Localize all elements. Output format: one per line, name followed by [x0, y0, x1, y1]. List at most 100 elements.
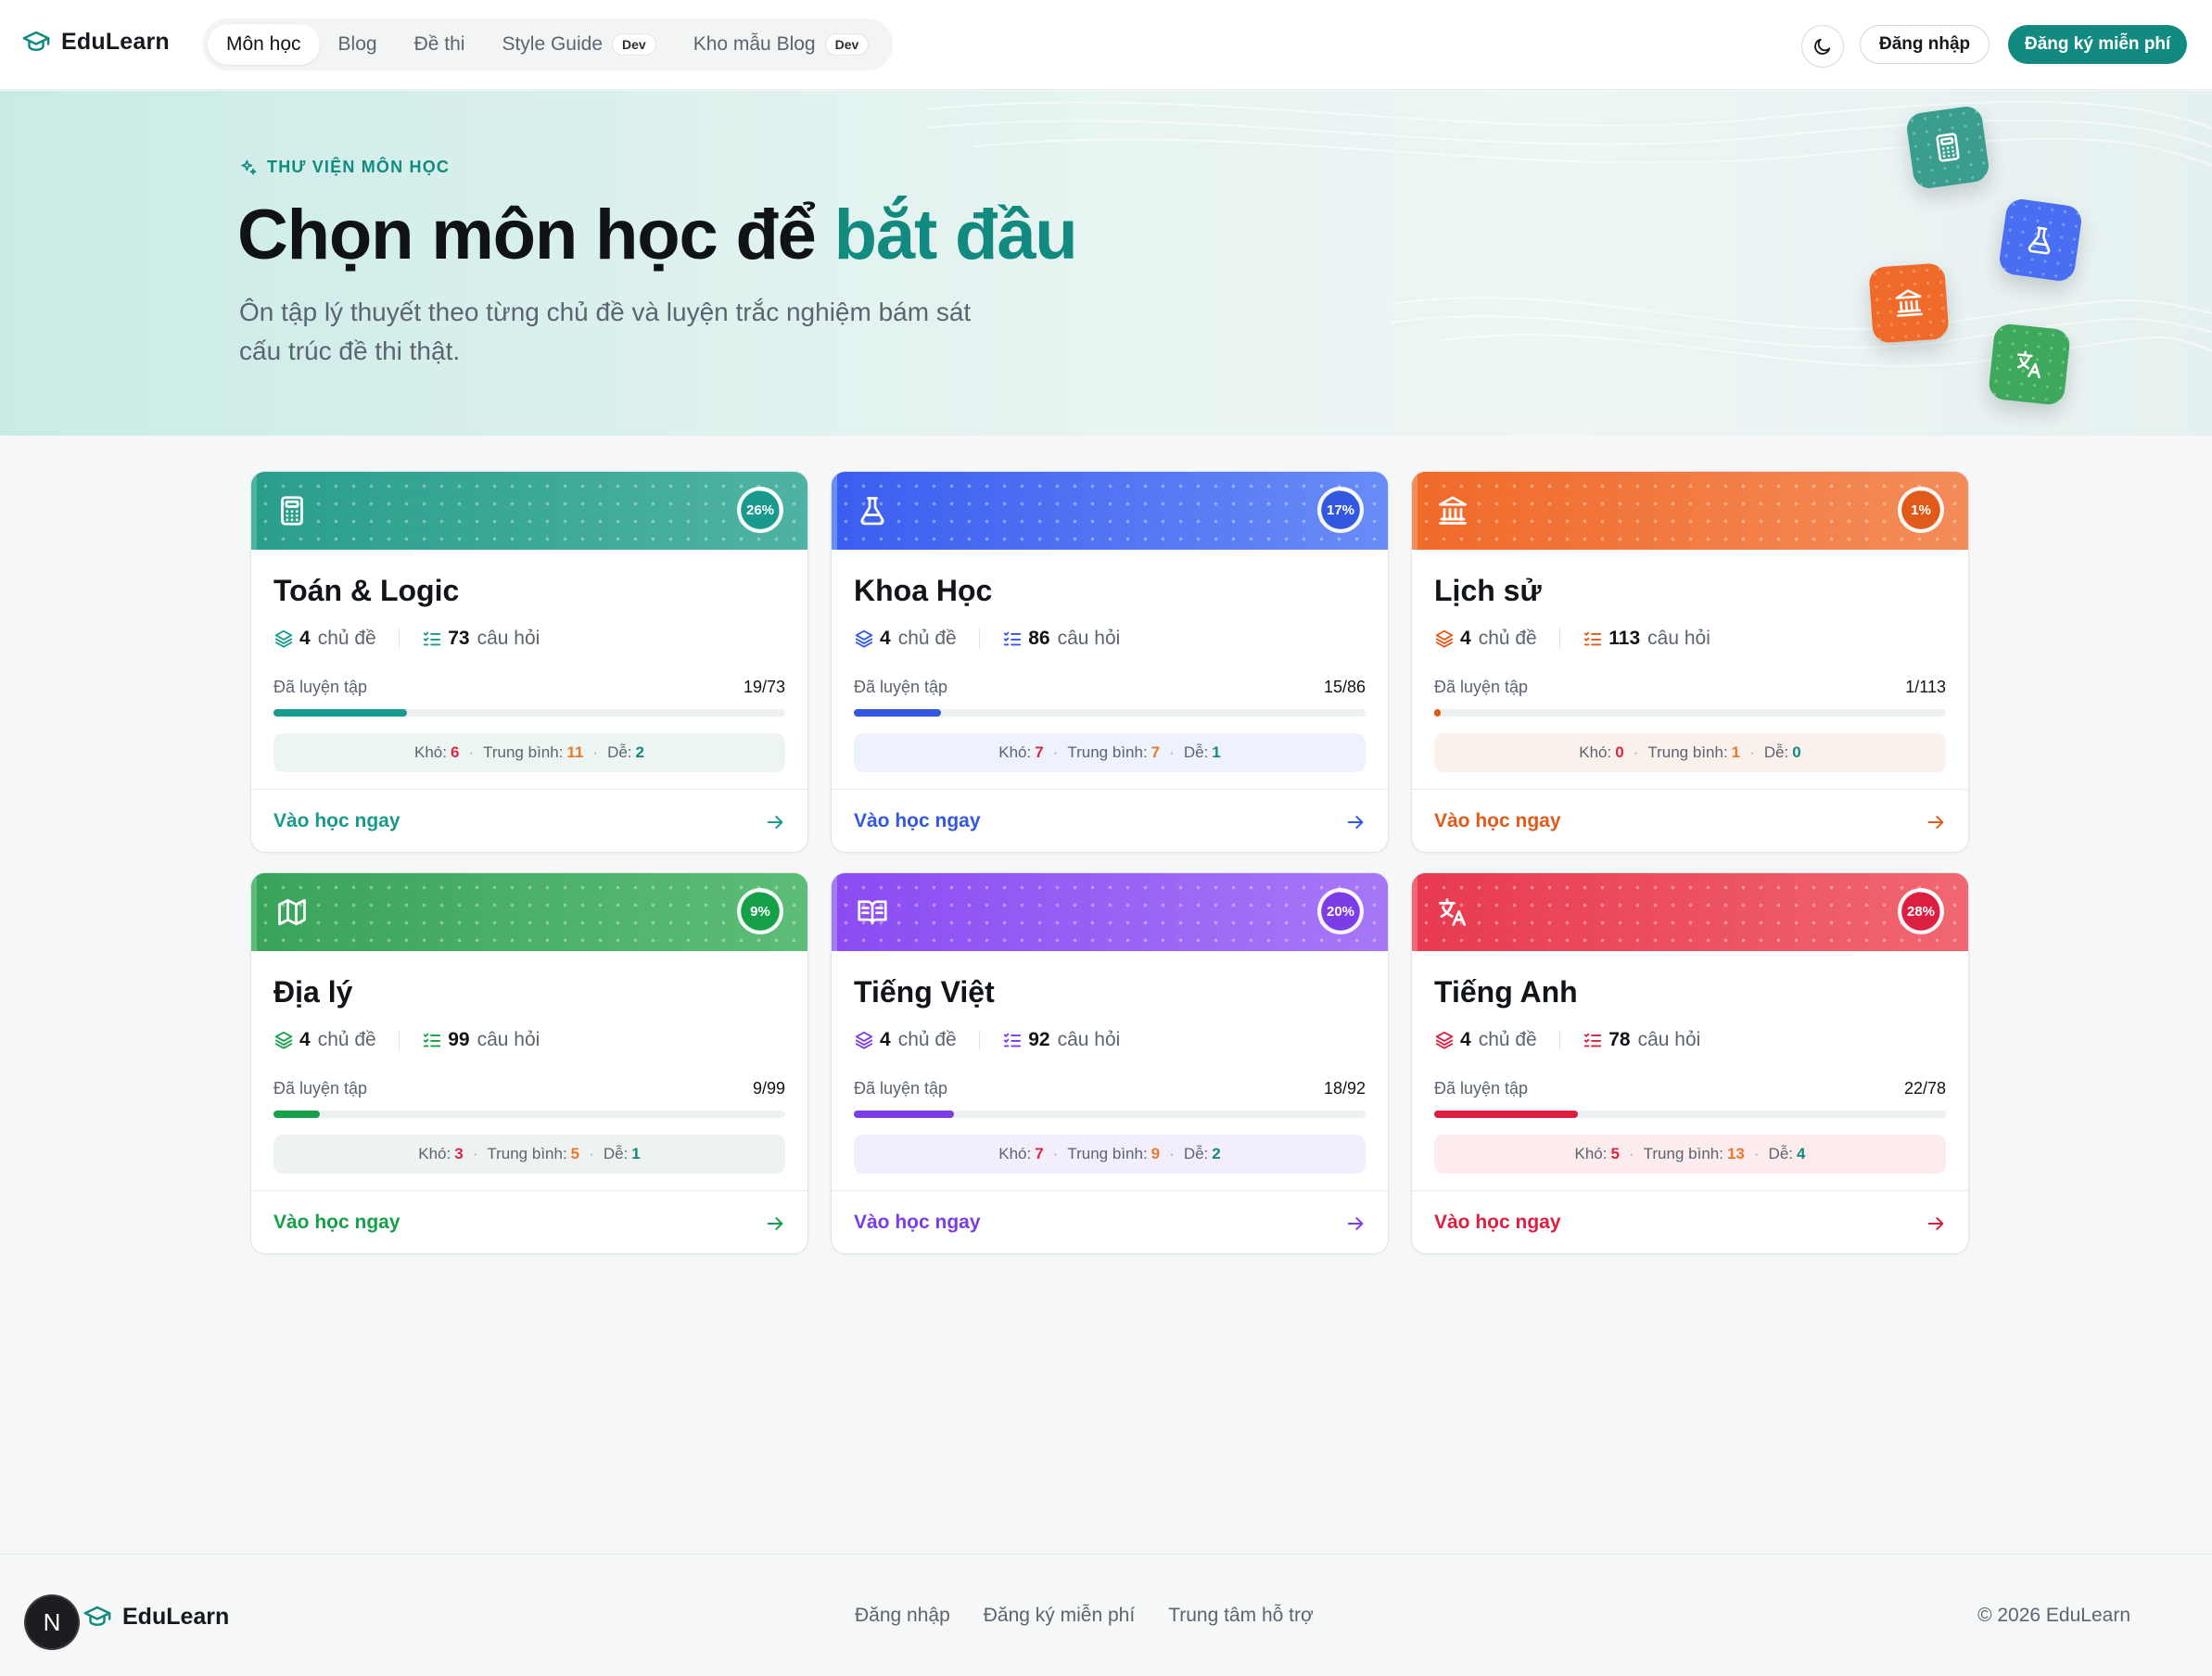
- easy-label: Dễ:: [1763, 743, 1789, 761]
- easy-count: 4: [1797, 1145, 1806, 1162]
- subject-card[interactable]: 20% Tiếng Việt 4 chủ đề 92 câu hỏi Đã lu…: [831, 872, 1389, 1254]
- progress-fill: [273, 1111, 320, 1118]
- layers-icon: [273, 1030, 294, 1050]
- footer-link-support[interactable]: Trung tâm hỗ trợ: [1168, 1605, 1314, 1627]
- subject-card[interactable]: 17% Khoa Học 4 chủ đề 86 câu hỏi Đã luyệ…: [831, 471, 1389, 853]
- medium-count: 9: [1150, 1145, 1161, 1162]
- landmark-icon: [1436, 494, 1469, 527]
- difficulty-summary: Khó: 7 · Trung bình: 7 · Dễ: 1: [854, 733, 1366, 772]
- start-learning-link[interactable]: Vào học ngay: [1434, 1212, 1561, 1234]
- footer-link-login[interactable]: Đăng nhập: [855, 1605, 950, 1627]
- subject-card[interactable]: 1% Lịch sử 4 chủ đề 113 câu hỏi Đã luyện…: [1411, 471, 1969, 853]
- signup-button[interactable]: Đăng ký miễn phí: [2008, 25, 2188, 64]
- question-label: câu hỏi: [1057, 628, 1121, 649]
- hero-section: THƯ VIỆN MÔN HỌC Chọn môn học để bắt đầu…: [0, 91, 2212, 436]
- subject-title: Địa lý: [273, 975, 353, 1009]
- subject-meta: 4 chủ đề 92 câu hỏi: [854, 1029, 1120, 1051]
- dev-tools-badge[interactable]: N: [26, 1596, 78, 1648]
- card-header: 1%: [1412, 472, 1968, 550]
- card-footer[interactable]: Vào học ngay: [832, 1190, 1388, 1253]
- start-learning-link[interactable]: Vào học ngay: [854, 810, 981, 832]
- moon-icon: [1814, 38, 1831, 55]
- topic-label: chủ đề: [897, 628, 957, 649]
- card-footer[interactable]: Vào học ngay: [1412, 789, 1968, 852]
- divider: [978, 628, 981, 649]
- hero-subtitle: Ôn tập lý thuyết theo từng chủ đề và luy…: [239, 298, 972, 365]
- brand-logo[interactable]: EduLearn: [22, 28, 170, 56]
- hard-count: 5: [1610, 1145, 1620, 1162]
- hard-count: 3: [454, 1145, 464, 1162]
- dev-badge: Dev: [824, 33, 870, 56]
- practiced-count: 1/113: [1905, 678, 1946, 696]
- arrow-right-icon[interactable]: [765, 812, 785, 832]
- subject-card[interactable]: 28% Tiếng Anh 4 chủ đề 78 câu hỏi Đã luy…: [1411, 872, 1969, 1254]
- card-footer[interactable]: Vào học ngay: [251, 789, 807, 852]
- topic-label: chủ đề: [897, 1029, 957, 1050]
- medium-label: Trung bình:: [483, 743, 564, 761]
- start-learning-link[interactable]: Vào học ngay: [273, 810, 400, 832]
- card-header: 28%: [1412, 873, 1968, 951]
- start-learning-link[interactable]: Vào học ngay: [1434, 810, 1561, 832]
- footer-link-signup[interactable]: Đăng ký miễn phí: [984, 1605, 1135, 1627]
- topic-label: chủ đề: [1478, 1029, 1537, 1050]
- dev-badge: Dev: [612, 33, 656, 56]
- difficulty-summary: Khó: 0 · Trung bình: 1 · Dễ: 0: [1434, 733, 1946, 772]
- card-footer[interactable]: Vào học ngay: [251, 1190, 807, 1253]
- copyright: © 2026 EduLearn: [1977, 1605, 2130, 1626]
- easy-label: Dễ:: [1768, 1145, 1794, 1162]
- topic-count: 4: [299, 1029, 311, 1050]
- subject-title: Tiếng Việt: [854, 975, 995, 1009]
- card-footer[interactable]: Vào học ngay: [1412, 1190, 1968, 1253]
- subject-card[interactable]: 9% Địa lý 4 chủ đề 99 câu hỏi Đã luyện t…: [250, 872, 808, 1254]
- checklist-icon: [1583, 1030, 1603, 1050]
- login-button[interactable]: Đăng nhập: [1860, 25, 1990, 64]
- question-count: 86: [1028, 628, 1050, 649]
- theme-toggle-button[interactable]: [1801, 25, 1844, 68]
- medium-label: Trung bình:: [487, 1145, 567, 1162]
- nav-item-de-thi[interactable]: Đề thi: [396, 24, 484, 65]
- layers-icon: [1434, 628, 1455, 649]
- start-learning-link[interactable]: Vào học ngay: [273, 1212, 400, 1234]
- arrow-right-icon[interactable]: [1926, 1213, 1946, 1234]
- dot-separator: ·: [592, 743, 599, 761]
- dot-separator: ·: [589, 1145, 594, 1162]
- title-main: Chọn môn học để: [237, 196, 834, 274]
- translate-icon: [1436, 895, 1469, 929]
- nav-item-blog[interactable]: Blog: [320, 24, 396, 65]
- nav-label: Đề thi: [413, 33, 465, 55]
- topic-label: chủ đề: [317, 1029, 376, 1050]
- layers-icon: [273, 628, 294, 649]
- nav-item-mon-hoc[interactable]: Môn học: [208, 24, 320, 65]
- arrow-right-icon[interactable]: [1926, 812, 1946, 832]
- practiced-label: Đã luyện tập: [1434, 678, 1529, 696]
- practiced-count: 18/92: [1323, 1079, 1366, 1098]
- divider: [1558, 628, 1561, 649]
- difficulty-summary: Khó: 6 · Trung bình: 11 · Dễ: 2: [273, 733, 785, 772]
- easy-count: 0: [1792, 743, 1801, 761]
- practiced-count: 15/86: [1323, 678, 1366, 696]
- checklist-icon: [422, 628, 442, 649]
- footer-brand[interactable]: EduLearn: [83, 1603, 229, 1631]
- dot-separator: ·: [1169, 743, 1175, 761]
- nav-item-kho-mau-blog[interactable]: Kho mẫu Blog Dev: [675, 24, 888, 65]
- progress-bar: [854, 709, 1366, 717]
- progress-percent: 26%: [745, 502, 775, 518]
- practiced-label: Đã luyện tập: [854, 678, 948, 696]
- dot-separator: ·: [472, 1145, 478, 1162]
- arrow-right-icon[interactable]: [765, 1213, 785, 1234]
- nav-label: Môn học: [226, 33, 301, 55]
- layers-icon: [854, 628, 874, 649]
- footer-links: Đăng nhập Đăng ký miễn phí Trung tâm hỗ …: [855, 1605, 1314, 1627]
- medium-label: Trung bình:: [1647, 743, 1728, 761]
- subject-title: Tiếng Anh: [1434, 975, 1578, 1009]
- start-learning-link[interactable]: Vào học ngay: [854, 1212, 981, 1234]
- arrow-right-icon[interactable]: [1345, 1213, 1366, 1234]
- arrow-right-icon[interactable]: [1345, 812, 1366, 832]
- easy-count: 2: [635, 743, 645, 761]
- question-label: câu hỏi: [1637, 1029, 1701, 1050]
- nav-item-style-guide[interactable]: Style Guide Dev: [483, 24, 674, 65]
- hard-label: Khó:: [1579, 743, 1612, 761]
- subject-card[interactable]: 26% Toán & Logic 4 chủ đề 73 câu hỏi Đã …: [250, 471, 808, 853]
- top-navbar: EduLearn Môn học Blog Đề thi Style Guide…: [0, 0, 2212, 90]
- card-footer[interactable]: Vào học ngay: [832, 789, 1388, 852]
